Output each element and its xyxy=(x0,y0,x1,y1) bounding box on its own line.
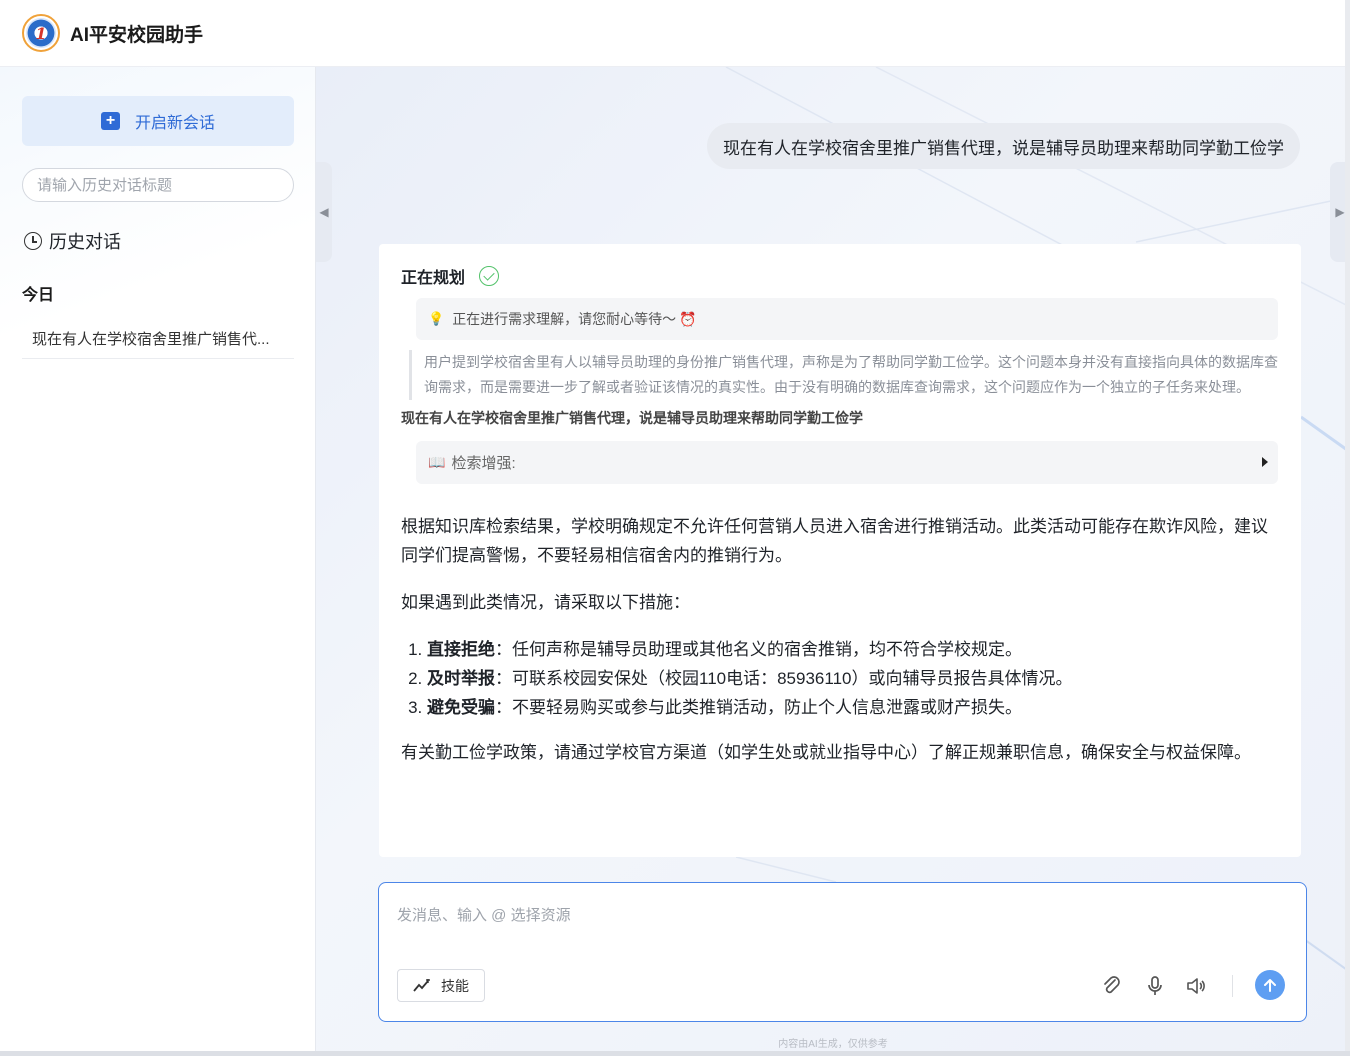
skill-icon xyxy=(413,978,430,992)
history-item-label: 现在有人在学校宿舍里推广销售代... xyxy=(32,331,270,348)
step-title: 直接拒绝 xyxy=(427,640,495,659)
book-icon: 📖 xyxy=(428,454,446,470)
message-input[interactable] xyxy=(397,903,1277,927)
planning-header: 正在规划 xyxy=(401,264,1279,288)
step-title: 避免受骗 xyxy=(427,698,495,717)
check-icon xyxy=(479,266,500,286)
send-button[interactable] xyxy=(1255,970,1285,1000)
alarm-icon: ⏰ xyxy=(679,310,697,327)
skill-label: 技能 xyxy=(441,977,469,994)
clock-icon xyxy=(24,232,42,250)
microphone-icon[interactable] xyxy=(1144,975,1166,997)
new-chat-button[interactable]: + 开启新会话 xyxy=(22,96,294,146)
speaker-icon[interactable] xyxy=(1185,975,1207,997)
collapse-sidebar-toggle[interactable]: ◀ xyxy=(316,162,332,262)
answer-body: 根据知识库检索结果，学校明确规定不允许任何营销人员进入宿舍进行推销活动。此类活动… xyxy=(401,512,1271,767)
list-item: 避免受骗：不要轻易购买或参与此类推销活动，防止个人信息泄露或财产损失。 xyxy=(427,693,1271,722)
user-message-bubble: 现在有人在学校宿舍里推广销售代理，说是辅导员助理来帮助同学勤工俭学 xyxy=(707,123,1300,169)
assistant-answer-card: 正在规划 💡 正在进行需求理解，请您耐心等待～ ⏰ 用户提到学校宿舍里有人以辅导… xyxy=(379,244,1301,857)
thinking-status-text: 正在进行需求理解，请您耐心等待～ xyxy=(452,311,677,327)
measures-list: 直接拒绝：任何声称是辅导员助理或其他名义的宿舍推销，均不符合学校规定。 及时举报… xyxy=(427,635,1271,722)
paperclip-icon[interactable] xyxy=(1101,975,1123,997)
step-text: ：不要轻易购买或参与此类推销活动，防止个人信息泄露或财产损失。 xyxy=(495,698,1022,717)
toolbar-divider xyxy=(1232,975,1233,997)
window-edge xyxy=(1345,0,1350,1056)
sidebar: + 开启新会话 历史对话 今日 现在有人在学校宿舍里推广销售代... xyxy=(0,67,316,1051)
retrieval-label: 检索增强: xyxy=(451,455,516,472)
planning-title: 正在规划 xyxy=(401,270,466,287)
retrieval-expander[interactable]: 📖 检索增强: xyxy=(416,441,1278,484)
chat-area: ◀ ▶ 现在有人在学校宿舍里推广销售代理，说是辅导员助理来帮助同学勤工俭学 正在… xyxy=(316,67,1350,1051)
app-header: 1 AI平安校园助手 xyxy=(0,0,1345,67)
thinking-status-box: 💡 正在进行需求理解，请您耐心等待～ ⏰ xyxy=(416,298,1278,340)
bulb-icon: 💡 xyxy=(428,311,445,326)
step-text: ：可联系校园安保处（校园110电话：85936110）或向辅导员报告具体情况。 xyxy=(495,669,1073,688)
step-text: ：任何声称是辅导员助理或其他名义的宿舍推销，均不符合学校规定。 xyxy=(495,640,1022,659)
window-edge xyxy=(0,1051,1350,1056)
history-item[interactable]: 现在有人在学校宿舍里推广销售代... xyxy=(22,319,294,359)
message-composer: 技能 xyxy=(378,882,1307,1022)
query-echo: 现在有人在学校宿舍里推广销售代理，说是辅导员助理来帮助同学勤工俭学 xyxy=(401,410,863,426)
history-header: 历史对话 xyxy=(24,228,121,254)
reasoning-text: 用户提到学校宿舍里有人以辅导员助理的身份推广销售代理，声称是为了帮助同学勤工俭学… xyxy=(409,350,1279,400)
history-search-input[interactable] xyxy=(22,168,294,202)
arrow-up-icon xyxy=(1264,979,1276,992)
app-logo: 1 xyxy=(22,14,60,52)
answer-paragraph: 如果遇到此类情况，请采取以下措施： xyxy=(401,593,690,612)
plus-icon: + xyxy=(100,112,120,130)
new-chat-label: 开启新会话 xyxy=(134,115,215,132)
ai-disclaimer: 内容由AI生成，仅供参考 xyxy=(778,1039,888,1050)
step-title: 及时举报 xyxy=(427,669,495,688)
answer-paragraph: 根据知识库检索结果，学校明确规定不允许任何营销人员进入宿舍进行推销活动。此类活动… xyxy=(401,517,1268,565)
list-item: 直接拒绝：任何声称是辅导员助理或其他名义的宿舍推销，均不符合学校规定。 xyxy=(427,635,1271,664)
caret-right-icon xyxy=(1262,457,1268,467)
logo-mark: 1 xyxy=(26,18,56,48)
list-item: 及时举报：可联系校园安保处（校园110电话：85936110）或向辅导员报告具体… xyxy=(427,664,1271,693)
today-label: 今日 xyxy=(22,287,55,304)
app-title: AI平安校园助手 xyxy=(70,24,204,46)
skill-button[interactable]: 技能 xyxy=(397,969,485,1002)
history-title: 历史对话 xyxy=(49,232,121,252)
answer-paragraph: 有关勤工俭学政策，请通过学校官方渠道（如学生处或就业指导中心）了解正规兼职信息，… xyxy=(401,743,1251,762)
